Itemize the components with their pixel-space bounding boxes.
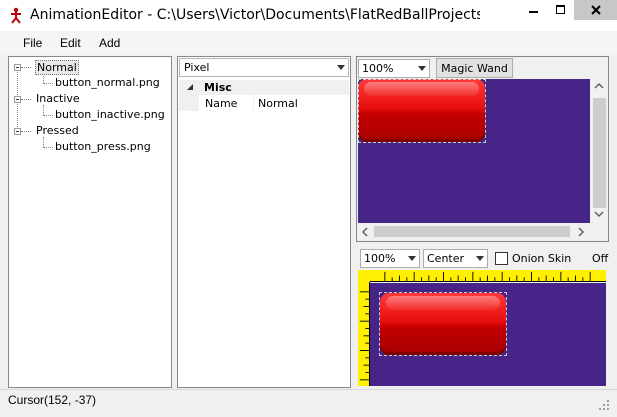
- menu-bar: [0, 31, 617, 55]
- upper-zoom-value: 100%: [362, 62, 394, 75]
- cursor-position-readout: Cursor(152, -37): [8, 393, 97, 407]
- selection-rectangle[interactable]: [358, 79, 486, 143]
- collapse-triangle-icon[interactable]: [187, 84, 194, 91]
- scroll-corner: [591, 223, 608, 240]
- alignment-combo[interactable]: Center: [423, 249, 488, 268]
- collapse-toggle-icon[interactable]: [14, 64, 21, 71]
- tree-frame-button-press[interactable]: button_press.png: [55, 140, 151, 153]
- chevron-down-icon: [408, 256, 416, 261]
- collapse-toggle-icon[interactable]: [14, 96, 21, 103]
- menu-file[interactable]: File: [23, 36, 42, 50]
- vertical-scroll-thumb[interactable]: [593, 98, 606, 208]
- preview-zoom-value: 100%: [364, 252, 396, 265]
- alignment-value: Center: [427, 252, 465, 265]
- menu-add[interactable]: Add: [99, 36, 120, 50]
- preview-zoom-combo[interactable]: 100%: [360, 249, 420, 268]
- magic-wand-button[interactable]: Magic Wand: [436, 58, 513, 78]
- resize-grip-icon[interactable]: [597, 398, 611, 412]
- scroll-right-icon[interactable]: [577, 227, 585, 237]
- offset-label: Off: [592, 252, 609, 265]
- vertical-ruler: [358, 282, 370, 386]
- horizontal-ruler: [358, 270, 606, 282]
- animation-tree[interactable]: Normal button_normal.png Inactive button…: [8, 56, 172, 388]
- tree-node-normal[interactable]: Normal: [35, 60, 79, 75]
- close-icon: [590, 5, 601, 15]
- frame-bounds-rectangle[interactable]: [379, 292, 507, 356]
- property-divider: [253, 95, 254, 111]
- chevron-down-icon: [337, 65, 345, 70]
- property-category-row[interactable]: Misc: [179, 80, 349, 95]
- minimize-icon: [528, 11, 538, 13]
- tree-node-inactive[interactable]: Inactive: [36, 92, 80, 105]
- object-selector-combo[interactable]: Pixel: [179, 58, 349, 77]
- upper-zoom-combo[interactable]: 100%: [358, 59, 430, 78]
- tree-node-pressed[interactable]: Pressed: [36, 124, 79, 137]
- chevron-down-icon: [418, 66, 426, 71]
- property-gutter: [179, 95, 199, 111]
- object-selector-value: Pixel: [184, 61, 210, 74]
- property-name: Name: [205, 97, 238, 110]
- onion-skin-checkbox[interactable]: [495, 252, 508, 265]
- tree-frame-button-inactive[interactable]: button_inactive.png: [55, 108, 165, 121]
- scroll-left-icon[interactable]: [361, 227, 369, 237]
- app-icon: [11, 7, 21, 24]
- chevron-down-icon: [476, 256, 484, 261]
- ruler-corner: [358, 270, 370, 282]
- scroll-down-icon[interactable]: [594, 210, 604, 218]
- maximize-button[interactable]: [547, 0, 574, 20]
- texture-canvas[interactable]: [358, 79, 590, 223]
- menu-edit[interactable]: Edit: [60, 36, 81, 50]
- close-button[interactable]: [574, 0, 617, 20]
- tree-frame-button-normal[interactable]: button_normal.png: [55, 76, 160, 89]
- onion-skin-label: Onion Skin: [512, 252, 572, 265]
- animation-preview-canvas[interactable]: [370, 283, 606, 386]
- horizontal-scroll-thumb[interactable]: [374, 226, 570, 237]
- window-title: AnimationEditor - C:\Users\Victor\Docume…: [30, 7, 480, 23]
- collapse-toggle-icon[interactable]: [14, 128, 21, 135]
- minimize-button[interactable]: [520, 0, 547, 20]
- maximize-icon: [555, 5, 565, 14]
- property-category-label: Misc: [204, 81, 232, 94]
- scroll-up-icon[interactable]: [594, 82, 604, 90]
- property-value[interactable]: Normal: [258, 97, 298, 110]
